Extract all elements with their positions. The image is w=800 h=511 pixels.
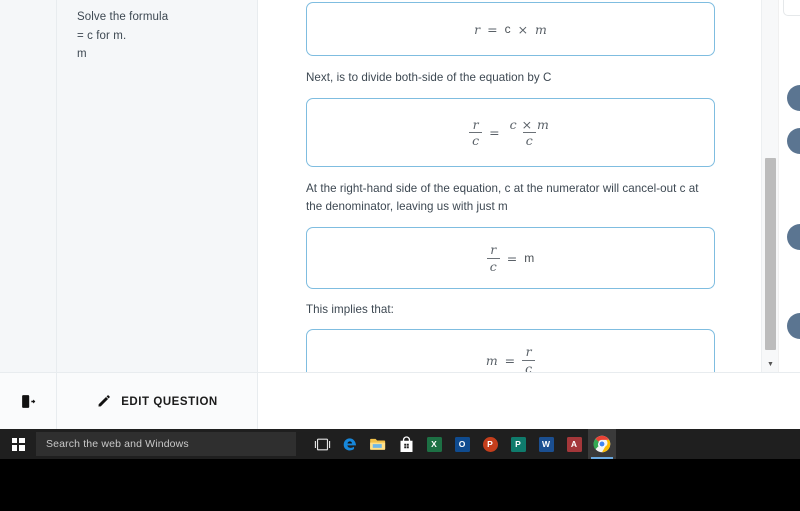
eq2-lhs-denominator: c bbox=[469, 132, 483, 147]
outlook-button[interactable]: O bbox=[448, 429, 476, 459]
equation-1-math: r = c × m bbox=[474, 22, 547, 37]
eq1-equals: = bbox=[487, 21, 498, 37]
equation-box-2: r c = c × m c bbox=[306, 98, 715, 167]
equation-4-math: m = r c bbox=[485, 344, 536, 372]
microsoft-store-button[interactable] bbox=[392, 429, 420, 459]
eq2-lhs-numerator: r bbox=[472, 116, 479, 132]
eq4-lhs: m bbox=[485, 352, 498, 368]
powerpoint-button[interactable]: P bbox=[476, 429, 504, 459]
eq3-fraction: r c bbox=[486, 242, 500, 273]
powerpoint-icon: P bbox=[482, 436, 498, 452]
equation-2-math: r c = c × m c bbox=[469, 118, 552, 147]
start-button[interactable] bbox=[0, 429, 36, 459]
eq3-numerator: r bbox=[490, 242, 497, 258]
edge-icon bbox=[343, 438, 356, 451]
scrollbar-thumb[interactable] bbox=[765, 158, 776, 350]
conversation-scroll-area[interactable]: r = c × m Next, is to divide both-side of… bbox=[258, 0, 763, 372]
exit-button[interactable] bbox=[0, 373, 57, 429]
publisher-button[interactable]: P bbox=[504, 429, 532, 459]
access-button[interactable]: A bbox=[560, 429, 588, 459]
taskbar-icons: X O P P W A bbox=[308, 429, 616, 459]
eq3-denominator: c bbox=[486, 257, 500, 273]
task-view-button[interactable] bbox=[308, 429, 336, 459]
eq4-equals: = bbox=[504, 352, 516, 368]
windows-taskbar: Search the web and Windows X O P P W A bbox=[0, 429, 800, 459]
google-chrome-button[interactable] bbox=[588, 429, 616, 459]
folder-icon bbox=[370, 438, 386, 450]
microsoft-edge-button[interactable] bbox=[336, 429, 364, 459]
right-sidebar-partial bbox=[778, 0, 800, 429]
file-explorer-button[interactable] bbox=[364, 429, 392, 459]
eq2-rhs-num-right: m bbox=[537, 116, 549, 132]
eq3-rhs: m bbox=[524, 251, 535, 265]
equation-3-math: r c = m bbox=[486, 242, 535, 273]
avatar[interactable] bbox=[787, 85, 800, 111]
screen: Solve the formula = c for m. m r = c × m … bbox=[0, 0, 800, 511]
eq1-lhs: r bbox=[474, 21, 481, 37]
publisher-icon: P bbox=[510, 436, 526, 452]
eq1-rhs-right: m bbox=[535, 21, 547, 37]
avatar[interactable] bbox=[787, 128, 800, 154]
edit-question-label: EDIT QUESTION bbox=[121, 395, 218, 408]
pencil-icon bbox=[98, 395, 110, 407]
excel-button[interactable]: X bbox=[420, 429, 448, 459]
question-panel: Solve the formula = c for m. m bbox=[57, 0, 258, 372]
eq4-fraction: r c bbox=[522, 344, 536, 372]
eq2-rhs-num-left: c bbox=[509, 116, 517, 132]
outlook-icon: O bbox=[454, 436, 470, 452]
scrollbar-down-arrow-icon[interactable]: ▼ bbox=[762, 356, 779, 372]
desktop-background bbox=[0, 459, 800, 511]
question-line-2: = c for m. bbox=[77, 29, 127, 42]
eq1-times: × bbox=[517, 21, 529, 37]
eq3-equals: = bbox=[506, 250, 518, 266]
task-view-icon bbox=[314, 438, 330, 450]
paragraph-3: This implies that: bbox=[306, 303, 394, 316]
eq2-rhs-numerator: c × m bbox=[507, 118, 552, 132]
eq4-numerator: r bbox=[525, 344, 532, 360]
paragraph-1: Next, is to divide both-side of the equa… bbox=[306, 71, 552, 84]
edit-question-button[interactable]: EDIT QUESTION bbox=[57, 373, 258, 429]
chrome-icon bbox=[593, 435, 611, 453]
eq4-denominator: c bbox=[522, 359, 536, 372]
eq2-equals: = bbox=[489, 125, 500, 140]
avatar[interactable] bbox=[787, 224, 800, 250]
taskbar-search-placeholder: Search the web and Windows bbox=[46, 438, 189, 450]
taskbar-search-input[interactable]: Search the web and Windows bbox=[36, 432, 296, 456]
conversation-content: r = c × m Next, is to divide both-side of… bbox=[258, 2, 762, 372]
tutoring-app-window: Solve the formula = c for m. m r = c × m … bbox=[0, 0, 800, 429]
eq1-rhs-left: c bbox=[504, 22, 511, 36]
eq2-rhs-denominator: c bbox=[522, 132, 536, 147]
exit-door-icon bbox=[21, 395, 35, 408]
edge-top-card bbox=[783, 0, 800, 16]
question-line-3: m bbox=[77, 48, 87, 60]
access-icon: A bbox=[566, 436, 582, 452]
conversation-scrollbar[interactable]: ▼ bbox=[761, 0, 778, 372]
paragraph-2: At the right-hand side of the equation, … bbox=[306, 182, 699, 213]
footer-action-bar: EDIT QUESTION FINISH CONVERSATION bbox=[0, 372, 800, 429]
word-icon: W bbox=[538, 436, 554, 452]
eq2-lhs-fraction: r c bbox=[469, 116, 483, 147]
windows-start-icon bbox=[11, 437, 25, 451]
store-bag-icon bbox=[400, 435, 412, 452]
left-rail bbox=[0, 0, 57, 372]
equation-box-4: m = r c bbox=[306, 329, 715, 372]
equation-box-1: r = c × m bbox=[306, 2, 715, 56]
avatar[interactable] bbox=[787, 313, 800, 339]
excel-icon: X bbox=[426, 436, 442, 452]
equation-box-3: r c = m bbox=[306, 227, 715, 289]
eq2-rhs-fraction: c × m c bbox=[507, 118, 552, 147]
word-button[interactable]: W bbox=[532, 429, 560, 459]
question-line-1: Solve the formula bbox=[77, 11, 169, 23]
eq2-rhs-times: × bbox=[521, 116, 533, 132]
